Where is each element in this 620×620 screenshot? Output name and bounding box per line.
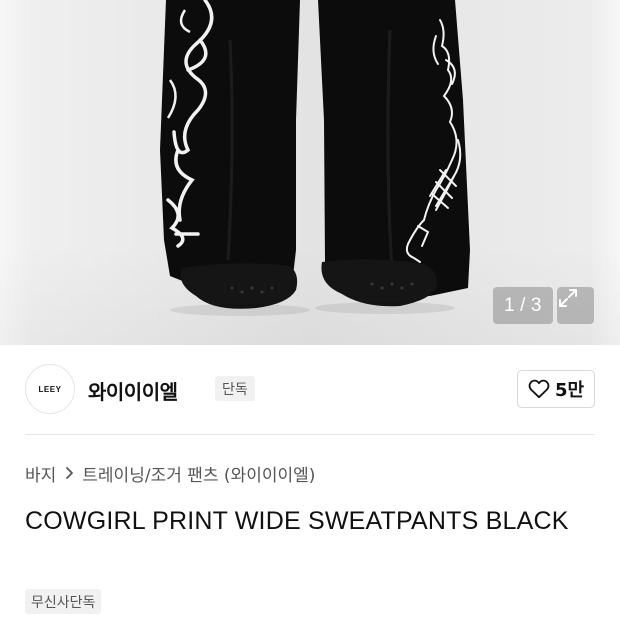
product-image-gallery[interactable]: 1 / 3 [0,0,620,345]
brand-logo-text: LEEY [38,384,62,394]
brand-exclusive-badge: 단독 [215,376,255,401]
like-count: 5만 [554,380,585,401]
image-counter-total: 3 [530,294,542,316]
image-counter-current: 1 [504,294,516,316]
brand-logo[interactable]: LEEY [25,364,75,414]
expand-icon [559,289,577,307]
expand-image-button[interactable] [557,287,594,324]
breadcrumb-category[interactable]: 바지 [25,461,56,486]
chevron-right-icon [65,466,74,480]
breadcrumb: 바지 트레이닝/조거 팬츠 (와이이이엘) [25,461,315,486]
image-counter-separator: / [520,294,526,316]
product-title: COWGIRL PRINT WIDE SWEATPANTS BLACK [25,507,569,535]
musinsa-exclusive-badge: 무신사단독 [25,589,102,614]
section-divider [25,434,595,435]
image-counter: 1 / 3 [493,287,553,324]
breadcrumb-subcategory[interactable]: 트레이닝/조거 팬츠 (와이이이엘) [82,461,315,486]
brand-name[interactable]: 와이이이엘 [88,376,178,405]
like-button[interactable]: 5만 [517,370,595,408]
brand-row: LEEY 와이이이엘 단독 5만 [25,364,595,414]
heart-icon [528,379,550,399]
